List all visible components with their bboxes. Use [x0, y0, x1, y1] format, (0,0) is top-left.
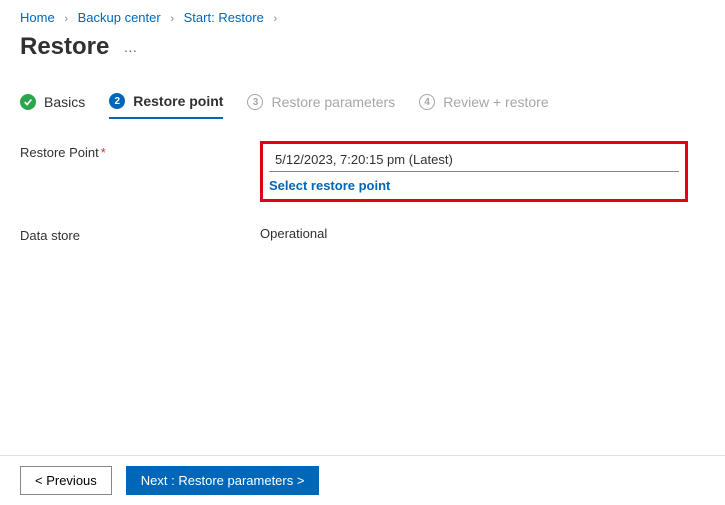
restore-point-row: Restore Point* Select restore point [20, 141, 705, 202]
data-store-value: Operational [260, 224, 705, 241]
chevron-right-icon: › [64, 13, 68, 25]
chevron-right-icon: › [170, 13, 174, 25]
wizard-step-label: Restore parameters [271, 94, 395, 110]
restore-point-highlight: Select restore point [260, 141, 688, 202]
check-circle-icon [20, 94, 36, 110]
form-area: Restore Point* Select restore point Data… [0, 119, 725, 287]
next-button[interactable]: Next : Restore parameters > [126, 466, 320, 495]
breadcrumb: Home › Backup center › Start: Restore › [0, 0, 725, 31]
select-restore-point-link[interactable]: Select restore point [269, 178, 390, 193]
restore-point-input[interactable] [269, 148, 679, 172]
breadcrumb-backup-center[interactable]: Backup center [78, 10, 161, 25]
wizard-step-label: Restore point [133, 93, 223, 109]
breadcrumb-start-restore[interactable]: Start: Restore [184, 10, 264, 25]
data-store-row: Data store Operational [20, 224, 705, 243]
data-store-label: Data store [20, 224, 260, 243]
wizard-footer: < Previous Next : Restore parameters > [0, 455, 725, 505]
wizard-step-label: Review + restore [443, 94, 548, 110]
page-title: Restore [20, 33, 109, 61]
previous-button[interactable]: < Previous [20, 466, 112, 495]
chevron-right-icon: › [273, 13, 277, 25]
page-header: Restore … [0, 31, 725, 79]
wizard-step-basics[interactable]: Basics [20, 94, 85, 118]
step-number-icon: 3 [247, 94, 263, 110]
wizard-step-review-restore[interactable]: 4 Review + restore [419, 94, 548, 118]
wizard-step-label: Basics [44, 94, 85, 110]
wizard-step-restore-parameters[interactable]: 3 Restore parameters [247, 94, 395, 118]
wizard-steps: Basics 2 Restore point 3 Restore paramet… [0, 79, 725, 119]
step-number-icon: 2 [109, 93, 125, 109]
restore-point-label: Restore Point* [20, 141, 260, 160]
breadcrumb-home[interactable]: Home [20, 10, 55, 25]
step-number-icon: 4 [419, 94, 435, 110]
required-icon: * [101, 145, 106, 160]
more-menu-icon[interactable]: … [123, 39, 137, 55]
wizard-step-restore-point[interactable]: 2 Restore point [109, 93, 223, 119]
